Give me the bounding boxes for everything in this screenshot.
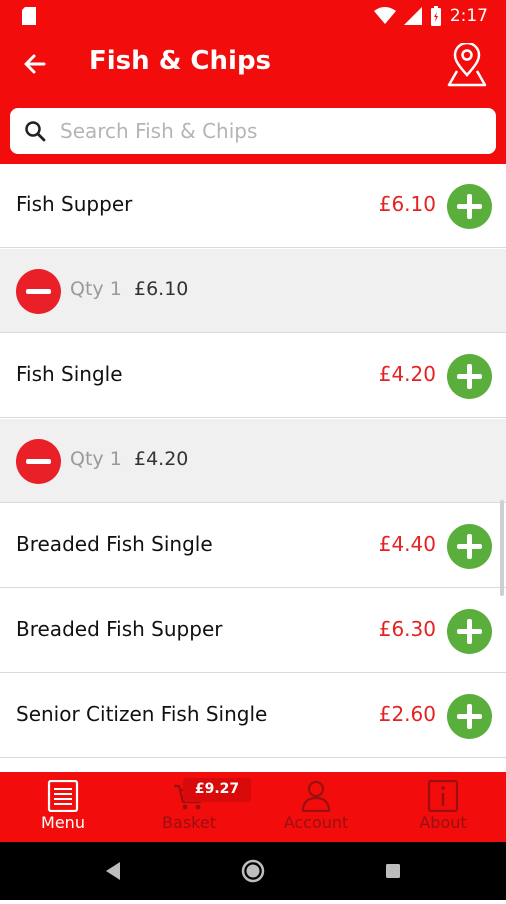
add-item-button[interactable]: [447, 609, 492, 654]
quantity-price: £6.10: [134, 278, 189, 300]
item-price: £6.10: [378, 192, 436, 216]
basket-total-badge: £9.27: [183, 778, 251, 802]
search-icon: [25, 121, 46, 142]
search-box[interactable]: [10, 108, 496, 154]
add-item-button[interactable]: [447, 354, 492, 399]
status-time: 2:17: [449, 6, 488, 26]
nav-about-label: About: [419, 813, 467, 832]
nav-account[interactable]: Account: [253, 772, 379, 842]
scrollbar-thumb[interactable]: [500, 500, 504, 596]
item-name: Breaded Fish Supper: [16, 617, 223, 641]
status-icons: 2:17: [373, 5, 488, 27]
info-icon: [427, 780, 459, 812]
add-item-button[interactable]: [447, 184, 492, 229]
back-arrow-icon[interactable]: [22, 51, 48, 77]
remove-item-button[interactable]: [16, 269, 61, 314]
add-item-button[interactable]: [447, 524, 492, 569]
system-recents-button[interactable]: [363, 842, 423, 900]
map-pin-icon[interactable]: [446, 43, 488, 87]
list-item[interactable]: Breaded Fish Single £4.40: [0, 504, 506, 588]
remove-item-button[interactable]: [16, 439, 61, 484]
nav-account-label: Account: [283, 813, 349, 832]
app-bar: Fish & Chips: [0, 32, 506, 98]
item-name: Senior Citizen Fish Single: [16, 702, 268, 726]
bottom-nav: Menu Basket £9.27 Account About: [0, 772, 506, 842]
add-item-button[interactable]: [447, 694, 492, 739]
system-home-button[interactable]: [223, 842, 283, 900]
list-item[interactable]: Breaded Fish Supper £6.30: [0, 589, 506, 673]
search-input[interactable]: [58, 118, 462, 144]
quantity-label: Qty 1: [70, 448, 122, 470]
item-name: Fish Single: [16, 362, 123, 386]
item-name: Fish Supper: [16, 192, 133, 216]
quantity-label: Qty 1: [70, 278, 122, 300]
nav-menu-label: Menu: [41, 813, 85, 832]
wifi-icon: [373, 7, 396, 24]
quantity-row: Qty 1 £6.10: [0, 249, 506, 333]
item-name: Breaded Fish Single: [16, 532, 213, 556]
nav-basket-label: Basket: [162, 813, 216, 832]
quantity-row: Qty 1 £4.20: [0, 419, 506, 503]
nav-about[interactable]: About: [380, 772, 506, 842]
status-bar: 2:17: [0, 0, 506, 32]
sim-card-icon: [22, 7, 36, 25]
menu-list-icon: [47, 780, 79, 812]
system-recents-icon: [386, 864, 400, 878]
account-icon: [301, 780, 331, 812]
system-back-icon: [106, 862, 120, 880]
item-list: Fish Supper £6.10 Qty 1 £6.10 Fish Singl…: [0, 164, 506, 772]
item-price: £4.40: [378, 532, 436, 556]
signal-icon: [403, 7, 422, 25]
item-price: £6.30: [378, 617, 436, 641]
search-area: [0, 98, 506, 164]
system-nav-bar: [0, 842, 506, 900]
list-item[interactable]: Senior Citizen Fish Single £2.60: [0, 674, 506, 758]
list-item[interactable]: Fish Supper £6.10: [0, 164, 506, 248]
battery-icon: [430, 6, 441, 26]
item-price: £4.20: [378, 362, 436, 386]
system-back-button[interactable]: [84, 842, 144, 900]
quantity-price: £4.20: [134, 448, 189, 470]
nav-menu[interactable]: Menu: [0, 772, 126, 842]
item-price: £2.60: [378, 702, 436, 726]
page-title: Fish & Chips: [89, 46, 272, 76]
system-home-icon: [241, 859, 265, 883]
list-item[interactable]: Fish Single £4.20: [0, 334, 506, 418]
